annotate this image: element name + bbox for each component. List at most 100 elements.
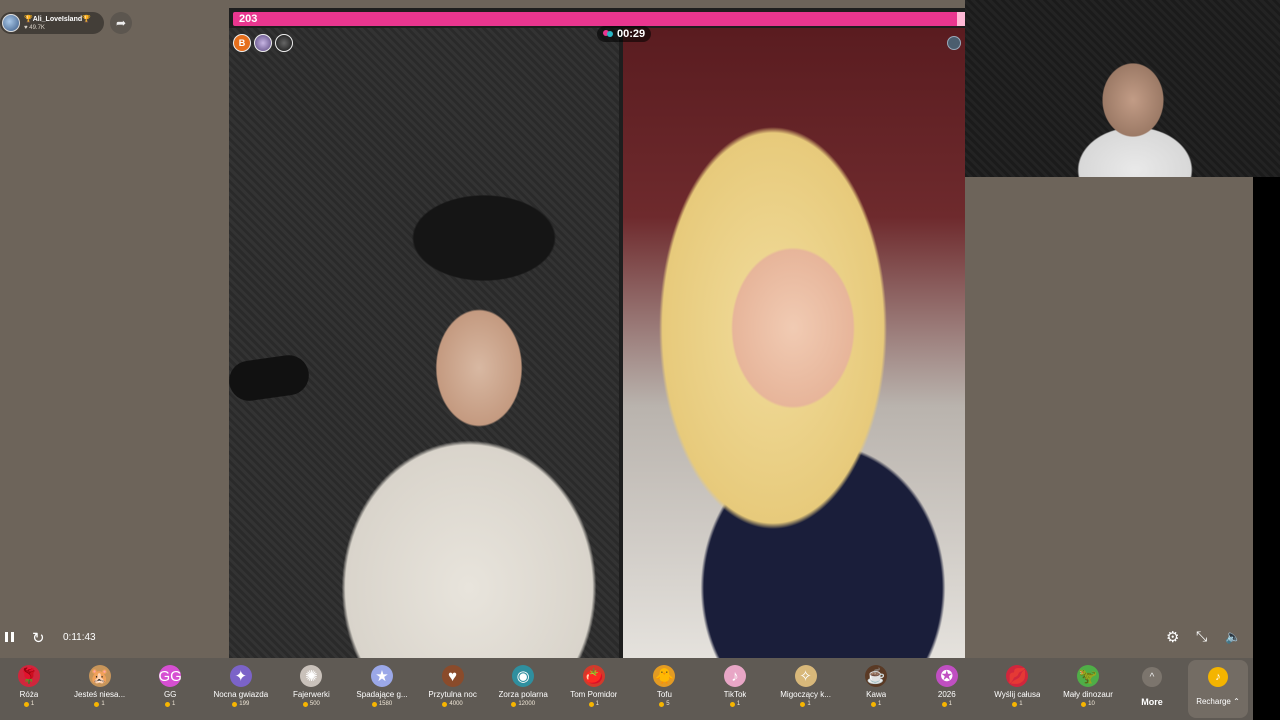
gift-icon: ♪ (724, 665, 746, 687)
gift-item[interactable]: ★ Spadające g... 1580 (347, 658, 417, 720)
more-gifts-button[interactable]: ^ More (1122, 658, 1182, 720)
gift-icon: 🦖 (1077, 665, 1099, 687)
gift-item[interactable]: ☕ Kawa 1 (841, 658, 911, 720)
supporter-avatar[interactable]: B (233, 34, 251, 52)
gift-price-value: 4000 (449, 701, 463, 707)
left-streamer-video[interactable] (226, 28, 619, 658)
coin-icon (729, 701, 735, 707)
gift-price-value: 1 (101, 701, 105, 707)
host-avatar[interactable] (2, 14, 20, 32)
live-stream-viewer: 🏆Ali_LoveIsland🏆 ♥ 49.7K ➦ 203 B 00:29 ↻… (0, 0, 1280, 720)
gift-name: Migoczący k... (780, 690, 831, 699)
coin-icon: ♪ (1208, 667, 1228, 687)
coin-icon (941, 701, 947, 707)
battle-area: 203 B 00:29 (226, 8, 965, 658)
gift-icon: ★ (371, 665, 393, 687)
coin-icon (23, 701, 29, 707)
collapse-screen-icon[interactable]: ⤡ (1196, 628, 1207, 645)
gift-item[interactable]: ✦ Nocna gwiazda 199 (206, 658, 276, 720)
settings-gear-icon[interactable]: ⚙ (1166, 628, 1179, 646)
gift-price: 500 (302, 701, 320, 707)
gift-price-value: 1 (878, 701, 882, 707)
right-streamer-video[interactable] (623, 28, 965, 658)
coin-icon (94, 701, 100, 707)
gift-item[interactable]: 🐹 Jesteś niesa... 1 (65, 658, 135, 720)
supporter-avatar[interactable] (254, 34, 272, 52)
gift-item[interactable]: 🐥 Tofu 5 (629, 658, 699, 720)
coin-icon (442, 701, 448, 707)
gift-name: 2026 (937, 690, 956, 699)
gift-icon: 🍅 (582, 665, 605, 687)
gift-name: Kawa (866, 690, 887, 699)
gift-item[interactable]: ✪ 2026 1 (912, 658, 982, 720)
gift-price-value: 500 (309, 701, 320, 707)
gift-price: 1 (23, 701, 35, 707)
gift-price: 199 (232, 701, 249, 707)
gift-item[interactable]: ✧ Migoczący k... 1 (771, 658, 841, 720)
gift-item[interactable]: 🍅 Tom Pomidor 1 (559, 658, 629, 720)
gift-price-value: 1 (736, 701, 741, 707)
gift-icon: ✦ (229, 665, 252, 687)
share-icon[interactable]: ➦ (110, 12, 132, 34)
gift-name: Fajerwerki (292, 690, 330, 699)
coin-icon (1012, 701, 1018, 707)
gift-item[interactable]: ◉ Zorza polarna 12000 (488, 658, 558, 720)
gift-price: 1580 (371, 701, 393, 707)
gift-name: Przytulna noc (428, 690, 477, 699)
battle-timer-value: 00:29 (617, 28, 646, 40)
gift-icon: ✺ (300, 665, 323, 687)
gift-price: 1 (94, 701, 105, 707)
gift-item[interactable]: ♥ Przytulna noc 4000 (418, 658, 488, 720)
gift-item[interactable]: ♪ TikTok 1 (700, 658, 770, 720)
gift-price: 1 (588, 701, 599, 707)
gift-icon: 🌹 (18, 665, 40, 687)
gift-price-value: 1 (1019, 701, 1023, 707)
gift-item[interactable]: 💋 Wyślij całusa 1 (982, 658, 1052, 720)
gift-price-value: 1580 (378, 701, 393, 707)
coin-icon (588, 701, 594, 707)
gift-item[interactable]: ✺ Fajerwerki 500 (276, 658, 346, 720)
gift-price: 1 (165, 701, 175, 707)
pause-icon[interactable] (5, 630, 17, 644)
gift-name: Wyślij całusa (994, 690, 1041, 699)
recharge-label: Recharge ⌃ (1196, 697, 1240, 706)
volume-icon[interactable]: 🔈 (1225, 629, 1241, 645)
gift-name: TikTok (723, 690, 747, 699)
gift-price-value: 1 (30, 701, 35, 707)
gift-name: Jesteś niesa... (74, 690, 126, 699)
supporter-avatar[interactable] (275, 34, 293, 52)
gift-icon: 🐥 (653, 665, 676, 687)
gift-item[interactable]: GG GG 1 (135, 658, 205, 720)
gift-icon: ◉ (512, 665, 535, 687)
gift-name: Tofu (656, 690, 672, 699)
gift-name: Nocna gwiazda (213, 690, 269, 699)
gift-price-value: 5 (666, 701, 670, 707)
gift-icon: ✪ (935, 665, 958, 687)
gift-price: 1 (941, 701, 952, 707)
gift-icon: ✧ (794, 665, 817, 687)
gift-price: 1 (871, 701, 881, 707)
microphone (226, 352, 312, 404)
gift-name: Zorza polarna (498, 690, 548, 699)
coin-icon (302, 701, 308, 707)
playback-time: 0:11:43 (63, 632, 96, 643)
opponent-avatar-icon[interactable] (947, 36, 961, 50)
gift-item[interactable]: 🦖 Mały dinozaur 10 (1053, 658, 1123, 720)
coin-icon (371, 701, 377, 707)
gift-price-value: 1 (595, 701, 599, 707)
host-profile-chip[interactable]: 🏆Ali_LoveIsland🏆 ♥ 49.7K (0, 12, 104, 34)
gift-name: Mały dinozaur (1063, 690, 1113, 699)
gift-price: 5 (659, 701, 670, 707)
coin-icon (871, 701, 877, 707)
host-name: 🏆Ali_LoveIsland🏆 (24, 15, 91, 23)
gift-icon: ♥ (441, 665, 464, 687)
more-label: More (1141, 697, 1163, 707)
gift-icon: 🐹 (88, 665, 111, 687)
coin-icon (165, 701, 171, 707)
coin-icon (659, 701, 665, 707)
replay-icon[interactable]: ↻ (32, 629, 45, 647)
recharge-button[interactable]: ♪ Recharge ⌃ (1188, 660, 1248, 718)
gift-item[interactable]: 🌹 Róża 1 (0, 658, 64, 720)
gift-price-value: 199 (239, 701, 250, 707)
gift-price: 4000 (442, 701, 463, 707)
